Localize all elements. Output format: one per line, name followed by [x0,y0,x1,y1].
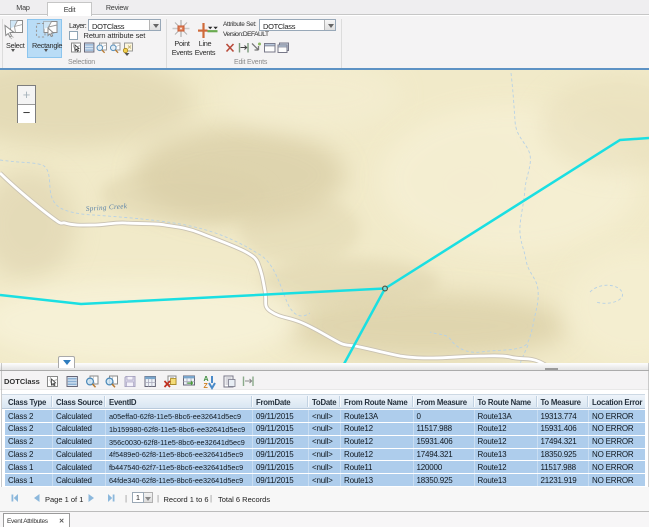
svg-text:A: A [204,376,209,383]
svg-text:Z: Z [204,383,209,390]
